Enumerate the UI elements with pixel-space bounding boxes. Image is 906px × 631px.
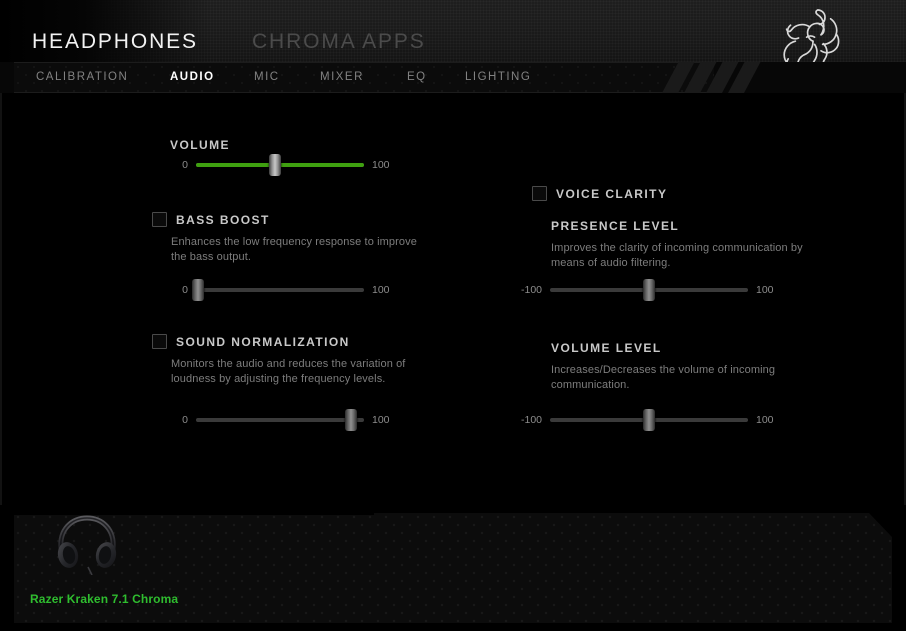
presence-level-title: PRESENCE LEVEL [551,219,680,233]
voice-clarity-header: VOICE CLARITY [532,186,667,201]
presence-level-slider-min-label: -100 [520,284,542,296]
group-sound-normalization: SOUND NORMALIZATION Monitors the audio a… [152,334,431,387]
sound-normalization-slider-row: 0 100 [160,409,390,431]
bass-boost-slider-min-label: 0 [182,284,188,296]
volume-level-slider-max-label: 100 [756,414,774,426]
sound-normalization-description: Monitors the audio and reduces the varia… [171,358,406,385]
sound-normalization-slider-handle[interactable] [344,409,357,431]
volume-slider-handle[interactable] [268,154,281,176]
group-volume-level: VOLUME LEVEL Increases/Decreases the vol… [551,341,801,393]
sound-normalization-title: SOUND NORMALIZATION [176,334,350,349]
bass-boost-description: Enhances the low frequency response to i… [171,236,417,263]
bass-boost-slider-track[interactable] [191,279,364,301]
volume-level-slider-row: -100 100 [514,409,774,431]
volume-level-slider-handle[interactable] [643,409,655,431]
nav-items: CALIBRATION AUDIO MIC MIXER EQ LIGHTING [0,62,906,93]
volume-level-slider-track[interactable] [550,409,748,431]
volume-slider-fill-left [196,163,275,167]
bass-boost-slider-row: 0 100 [160,279,390,301]
volume-slider-fill-right [274,163,364,167]
nav-item-mixer[interactable]: MIXER [320,62,364,93]
sound-normalization-slider-track[interactable] [196,409,364,431]
headset-icon[interactable] [52,513,122,575]
presence-level-slider-handle[interactable] [643,279,655,301]
group-voice-clarity: VOICE CLARITY [532,186,667,201]
volume-slider-track[interactable] [196,154,364,176]
device-bar-panel [14,513,892,623]
voice-clarity-title: VOICE CLARITY [556,186,668,201]
tab-chroma-apps[interactable]: CHROMA APPS [252,30,426,54]
nav-item-lighting[interactable]: LIGHTING [465,62,531,93]
group-presence-level: PRESENCE LEVEL Improves the clarity of i… [551,219,811,271]
sound-normalization-header: SOUND NORMALIZATION [152,334,431,349]
sound-normalization-slider-max-label: 100 [372,414,390,426]
presence-level-slider-max-label: 100 [756,284,774,296]
volume-title: VOLUME [170,138,230,152]
tab-headphones[interactable]: HEADPHONES [32,30,198,54]
nav-item-calibration[interactable]: CALIBRATION [36,62,128,93]
bass-boost-slider-max-label: 100 [372,284,390,296]
volume-level-slider-min-label: -100 [520,414,542,426]
bass-boost-slider-handle[interactable] [191,279,204,301]
volume-level-title: VOLUME LEVEL [551,341,662,355]
bass-boost-header: BASS BOOST [152,212,431,227]
nav-item-mic[interactable]: MIC [254,62,280,93]
device-name-label: Razer Kraken 7.1 Chroma [30,592,179,606]
bass-boost-title: BASS BOOST [176,212,270,227]
razer-synapse-window: HEADPHONES CHROMA APPS CALIBRATION AUDIO… [0,0,906,631]
sound-normalization-checkbox[interactable] [152,334,167,349]
main-content: VOLUME 0 100 BASS BOOST Enhances the low… [0,93,906,505]
bass-boost-checkbox[interactable] [152,212,167,227]
volume-slider-row: 0 100 [160,154,390,176]
volume-slider-max-label: 100 [372,159,390,171]
presence-level-slider-track[interactable] [550,279,748,301]
presence-level-slider-row: -100 100 [514,279,774,301]
sound-normalization-slider-min-label: 0 [182,414,188,426]
device-bar: bit-tech net [0,505,906,631]
volume-level-description: Increases/Decreases the volume of incomi… [551,364,776,391]
voice-clarity-checkbox[interactable] [532,186,547,201]
group-volume: VOLUME [170,138,230,152]
window-header: HEADPHONES CHROMA APPS [0,0,906,84]
group-bass-boost: BASS BOOST Enhances the low frequency re… [152,212,431,265]
volume-slider-min-label: 0 [182,159,188,171]
nav-item-audio[interactable]: AUDIO [170,62,215,93]
nav-item-eq[interactable]: EQ [407,62,427,93]
presence-level-description: Improves the clarity of incoming communi… [551,242,803,269]
nav-bar: CALIBRATION AUDIO MIC MIXER EQ LIGHTING [0,62,906,93]
